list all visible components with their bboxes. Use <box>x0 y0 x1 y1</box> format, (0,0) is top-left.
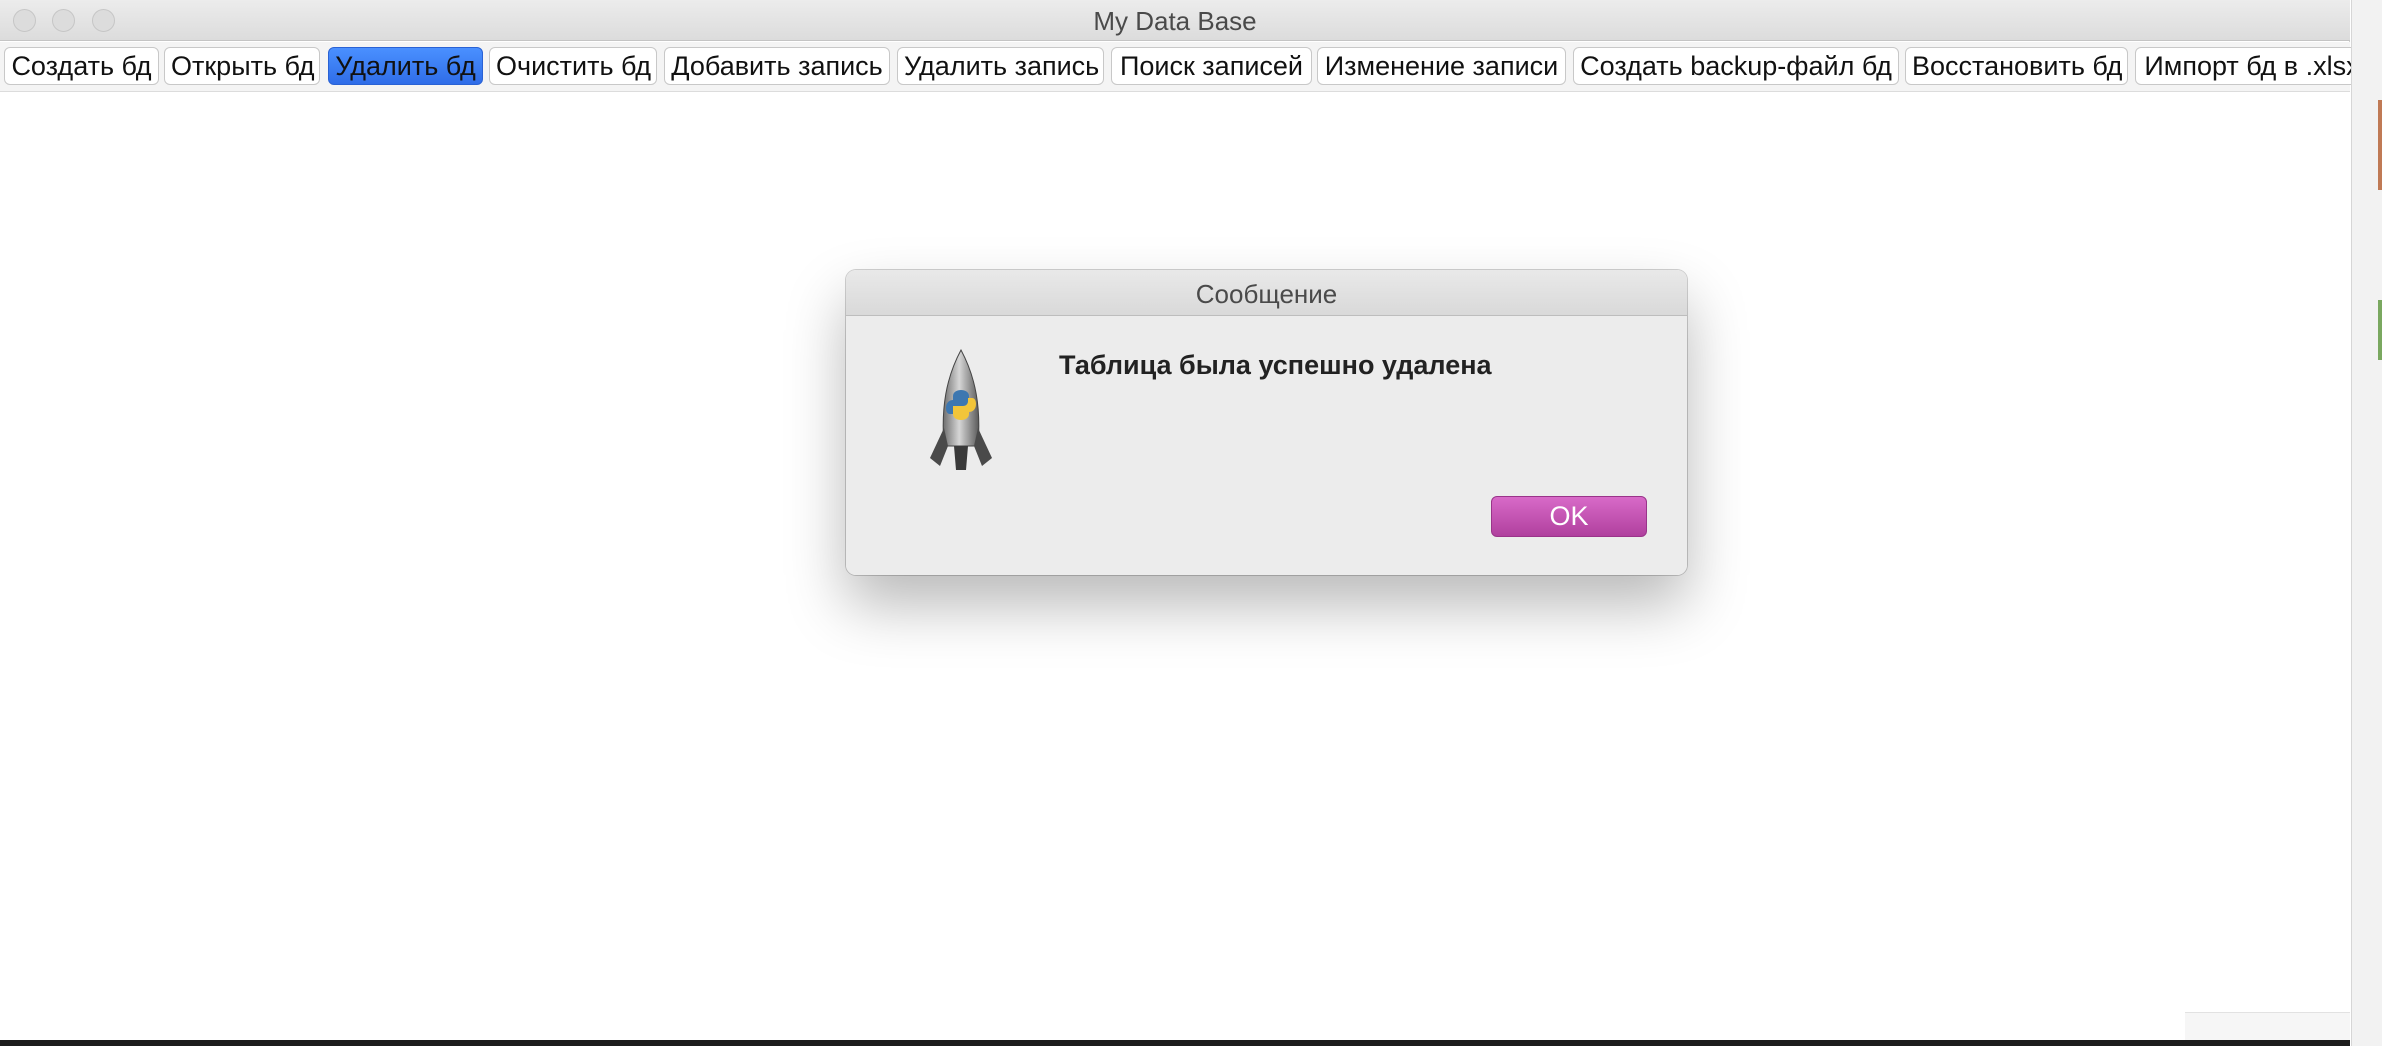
app-window: My Data Base Создать бд Открыть бд Удали… <box>0 0 2369 1046</box>
window-titlebar: My Data Base <box>0 0 2350 41</box>
python-launcher-rocket-icon <box>930 348 992 470</box>
window-title: My Data Base <box>1093 6 1257 36</box>
dialog-message: Таблица была успешно удалена <box>1059 350 1492 380</box>
background-window-edge <box>2351 0 2382 1046</box>
search-records-button[interactable]: Поиск записей <box>1111 47 1312 85</box>
dialog-titlebar: Сообщение <box>846 270 1687 316</box>
restore-db-button[interactable]: Восстановить бд <box>1905 47 2128 85</box>
create-backup-button[interactable]: Создать backup-файл бд <box>1573 47 1899 85</box>
create-db-button[interactable]: Создать бд <box>4 47 159 85</box>
bottom-edge <box>0 1040 2350 1046</box>
open-db-button[interactable]: Открыть бд <box>164 47 320 85</box>
message-dialog: Сообщение Таблица была успешно удалена O… <box>846 270 1687 575</box>
background-accent <box>2378 100 2382 190</box>
delete-record-button[interactable]: Удалить запись <box>897 47 1104 85</box>
delete-db-button[interactable]: Удалить бд <box>328 47 483 85</box>
ok-button[interactable]: OK <box>1491 496 1647 537</box>
toolbar: Создать бд Открыть бд Удалить бд Очистит… <box>0 42 2369 92</box>
add-record-button[interactable]: Добавить запись <box>664 47 890 85</box>
clear-db-button[interactable]: Очистить бд <box>489 47 657 85</box>
status-area <box>2185 1012 2350 1041</box>
import-xlsx-button[interactable]: Импорт бд в .xlsx <box>2135 47 2369 85</box>
edit-record-button[interactable]: Изменение записи <box>1317 47 1566 85</box>
background-accent <box>2378 300 2382 360</box>
dialog-title: Сообщение <box>1195 279 1338 309</box>
